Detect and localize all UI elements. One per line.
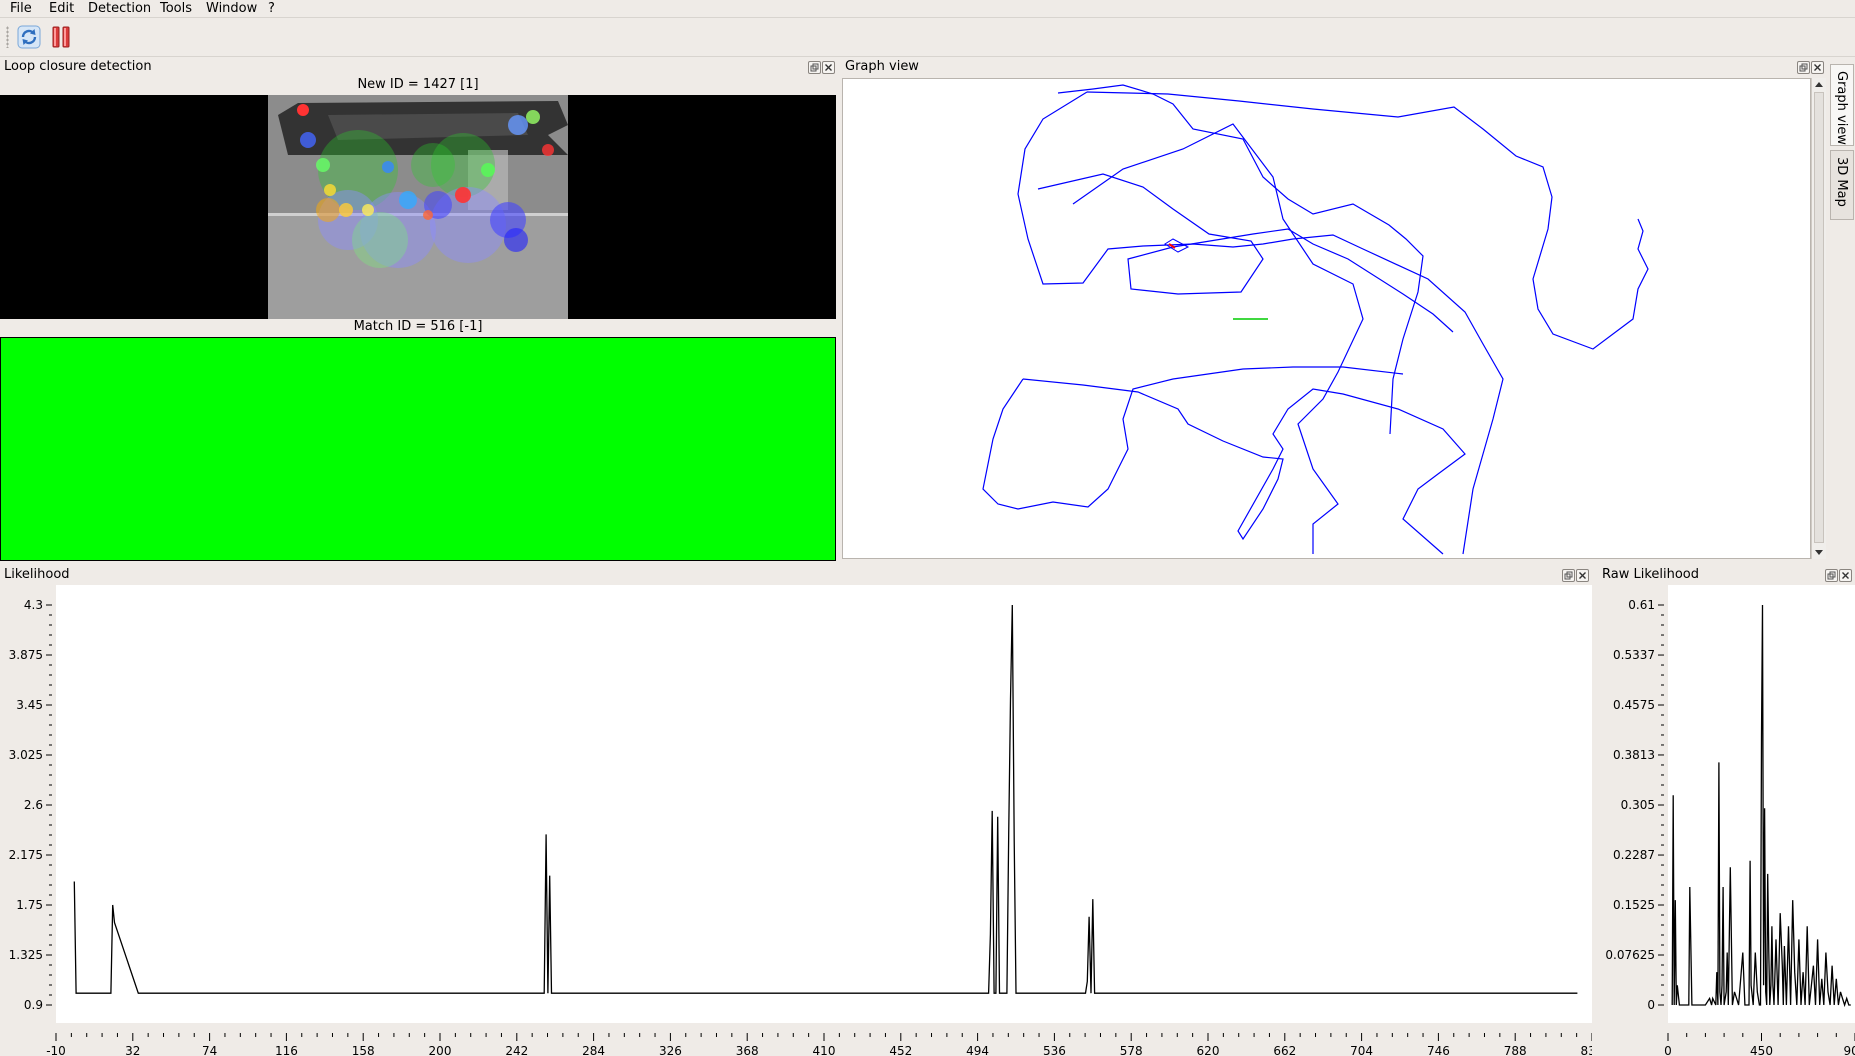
- menu-help[interactable]: ?: [264, 0, 279, 17]
- x-tick-label: 662: [1273, 1044, 1296, 1056]
- new-id-caption: New ID = 1427 [1]: [357, 77, 479, 92]
- y-tick-label: 0.3813: [1613, 748, 1655, 762]
- y-tick-label: 2.175: [9, 848, 43, 862]
- x-tick-label: 620: [1197, 1044, 1220, 1056]
- float-icon[interactable]: [1825, 569, 1838, 582]
- x-tick-label: 410: [813, 1044, 836, 1056]
- raw-likelihood-dock-controls: [1825, 569, 1855, 583]
- scroll-down-icon[interactable]: [1815, 550, 1823, 555]
- graph-view-title: Graph view: [845, 59, 919, 74]
- float-icon[interactable]: [1562, 569, 1575, 582]
- x-tick-label: 578: [1120, 1044, 1143, 1056]
- x-tick-label: 746: [1427, 1044, 1450, 1056]
- float-icon[interactable]: [1797, 61, 1810, 74]
- x-tick-label: 830: [1581, 1044, 1592, 1056]
- tab-3d-map[interactable]: 3D Map: [1830, 150, 1854, 220]
- likelihood-title: Likelihood: [4, 567, 70, 582]
- pause-icon: [52, 26, 70, 48]
- graph-path: [982, 84, 1649, 555]
- x-tick-label: 494: [966, 1044, 989, 1056]
- match-image-panel: [0, 337, 836, 561]
- y-tick-label: 1.75: [16, 898, 43, 912]
- y-tick-label: 2.6: [24, 798, 43, 812]
- menu-bar: File Edit Detection Tools Window ?: [0, 0, 1855, 18]
- y-tick-label: 3.45: [16, 698, 43, 712]
- y-tick-label: 0.2287: [1613, 848, 1655, 862]
- x-tick-label: 158: [352, 1044, 375, 1056]
- likelihood-chart: 0.9 1.325 1.75 2.175 2.6 3.025 3.45 3.875 4.3 -10…: [9, 585, 1592, 1056]
- x-tick-label: 0: [1664, 1044, 1672, 1056]
- y-tick-label: 0.4575: [1613, 698, 1655, 712]
- pause-button[interactable]: [48, 24, 74, 50]
- x-tick-label: 242: [505, 1044, 528, 1056]
- close-icon[interactable]: [822, 61, 835, 74]
- refresh-icon: [17, 25, 41, 49]
- x-tick-label: 74: [202, 1044, 217, 1056]
- graph-view-canvas[interactable]: [842, 78, 1811, 559]
- y-tick-label: 4.3: [24, 598, 43, 612]
- toolbar-grip[interactable]: [6, 26, 9, 48]
- graph-view-dock-controls: [1797, 61, 1827, 75]
- y-tick-label: 3.875: [9, 648, 43, 662]
- likelihood-dock-controls: [1562, 569, 1592, 583]
- new-image-features: [268, 95, 568, 319]
- scroll-thumb[interactable]: [1814, 92, 1824, 543]
- x-tick-label: 452: [889, 1044, 912, 1056]
- toolbar: [0, 18, 1855, 57]
- x-tick-label: 116: [275, 1044, 298, 1056]
- x-tick-label: 450: [1750, 1044, 1773, 1056]
- match-id-caption: Match ID = 516 [-1]: [353, 319, 483, 334]
- x-tick-label: 200: [429, 1044, 452, 1056]
- x-tick-label: 326: [659, 1044, 682, 1056]
- close-icon[interactable]: [1839, 569, 1852, 582]
- graph-view-scrollbar[interactable]: [1811, 78, 1826, 559]
- x-tick-label: 368: [736, 1044, 759, 1056]
- y-tick-label: 0.9: [24, 998, 43, 1012]
- x-tick-label: 536: [1043, 1044, 1066, 1056]
- loop-closure-title: Loop closure detection: [4, 59, 152, 74]
- menu-detection[interactable]: Detection: [84, 0, 155, 17]
- x-tick-label: 32: [125, 1044, 140, 1056]
- y-tick-label: 3.025: [9, 748, 43, 762]
- y-tick-label: 0: [1647, 998, 1655, 1012]
- menu-tools[interactable]: Tools: [156, 0, 196, 17]
- new-image-panel: [0, 95, 836, 319]
- y-tick-label: 1.325: [9, 948, 43, 962]
- y-tick-label: 0.5337: [1613, 648, 1655, 662]
- x-tick-label: -10: [46, 1044, 66, 1056]
- tab-3d-map-label: 3D Map: [1834, 157, 1849, 207]
- raw-likelihood-title: Raw Likelihood: [1602, 567, 1700, 582]
- plot-area: [56, 585, 1592, 1023]
- x-tick-label: 788: [1504, 1044, 1527, 1056]
- tab-graph-view-label: Graph view: [1834, 71, 1849, 145]
- x-tick-label: 704: [1350, 1044, 1373, 1056]
- x-tick-label: 284: [582, 1044, 605, 1056]
- raw-likelihood-chart: 0 0.07625 0.1525 0.2287 0.305 0.3813 0.4575 0.5…: [1605, 585, 1855, 1056]
- y-tick-label: 0.1525: [1613, 898, 1655, 912]
- menu-edit[interactable]: Edit: [45, 0, 78, 17]
- y-tick-label: 0.07625: [1605, 948, 1655, 962]
- scroll-up-icon[interactable]: [1815, 82, 1823, 87]
- y-tick-label: 0.61: [1628, 598, 1655, 612]
- x-tick-label: 900: [1844, 1044, 1855, 1056]
- close-icon[interactable]: [1576, 569, 1589, 582]
- refresh-button[interactable]: [16, 24, 42, 50]
- y-tick-label: 0.305: [1621, 798, 1655, 812]
- close-icon[interactable]: [1811, 61, 1824, 74]
- float-icon[interactable]: [808, 61, 821, 74]
- menu-file[interactable]: File: [6, 0, 36, 17]
- loop-closure-dock-controls: [808, 61, 838, 75]
- menu-window[interactable]: Window: [202, 0, 261, 17]
- tab-graph-view[interactable]: Graph view: [1830, 64, 1854, 146]
